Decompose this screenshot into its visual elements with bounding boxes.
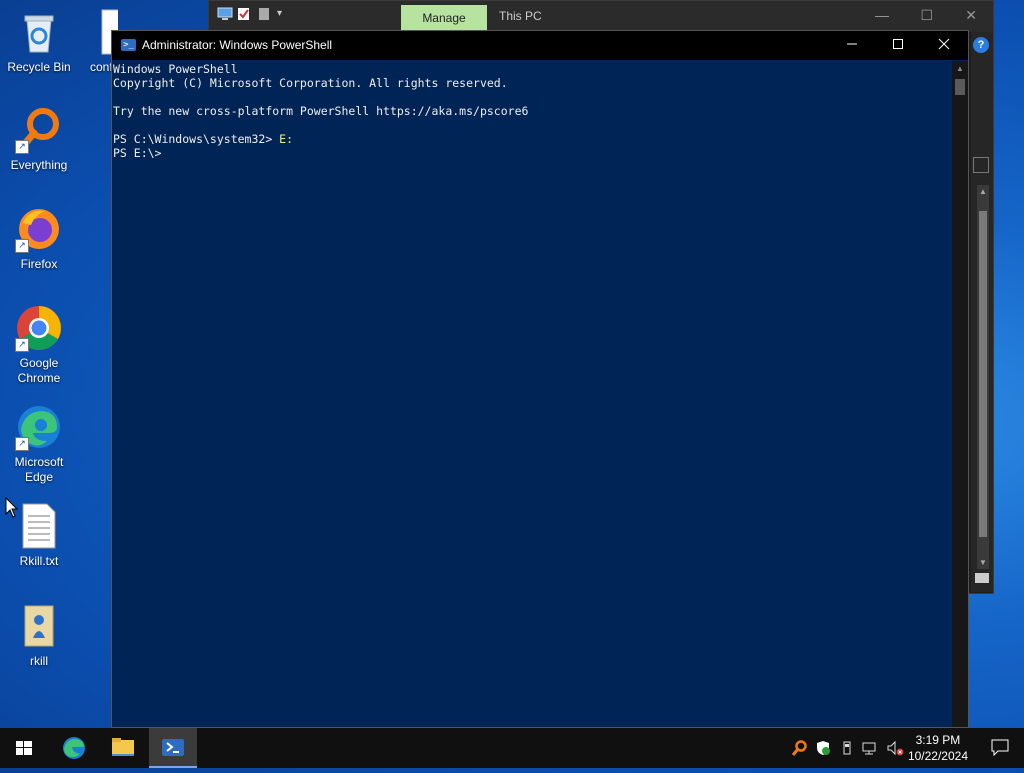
desktop-icons: Recycle Bin conf ↗ Everything ↗ Firefox …	[0, 0, 118, 730]
expand-ribbon-icon[interactable]	[973, 157, 989, 173]
usb-device-icon[interactable]	[839, 740, 855, 756]
console-command: E:	[279, 132, 294, 146]
desktop-icon-label: Firefox	[20, 257, 58, 271]
console-line: ​	[113, 90, 952, 104]
explorer-minimize-button[interactable]: —	[875, 7, 889, 23]
desktop-icon-label: Microsoft Edge	[14, 455, 64, 484]
powershell-scrollbar[interactable]: ▲	[952, 61, 968, 727]
console-line-prompt: PS C:\Windows\system32> E:	[113, 132, 952, 146]
quick-access-toolbar: ▾	[217, 7, 291, 21]
desktop-icon-recycle-bin[interactable]: Recycle Bin	[0, 8, 78, 75]
windows-logo-icon	[16, 741, 32, 755]
scroll-down-icon[interactable]: ▼	[979, 558, 987, 567]
start-button[interactable]	[0, 728, 48, 768]
console-prompt: PS E:\>	[113, 146, 162, 160]
firefox-icon: ↗	[15, 205, 63, 253]
windows-security-icon[interactable]	[815, 740, 831, 756]
desktop-icon-label: Everything	[10, 158, 68, 172]
shortcut-arrow-icon: ↗	[15, 437, 29, 451]
customize-toolbar-chevron-icon[interactable]: ▾	[277, 7, 291, 21]
everything-icon: ↗	[15, 106, 63, 154]
powershell-icon: >_	[121, 39, 136, 51]
console-line: ​	[113, 118, 952, 132]
desktop-icon-rkill[interactable]: rkill	[0, 602, 78, 669]
folder-icon	[112, 738, 134, 756]
powershell-minimize-button[interactable]	[829, 31, 875, 60]
taskbar: 3:19 PM 10/22/2024	[0, 728, 1024, 768]
desktop-icon-label: Rkill.txt	[19, 554, 59, 568]
clock-time: 3:19 PM	[915, 733, 961, 747]
close-icon	[938, 38, 950, 50]
desktop-icon-firefox[interactable]: ↗ Firefox	[0, 205, 78, 272]
this-pc-icon[interactable]	[217, 7, 233, 21]
powershell-window-title: Administrator: Windows PowerShell	[142, 38, 333, 52]
powershell-scrollbar-thumb[interactable]	[955, 79, 965, 95]
edge-icon: ↗	[15, 403, 63, 451]
taskbar-edge-button[interactable]	[50, 728, 98, 768]
explorer-window-title: This PC	[499, 9, 542, 23]
scroll-up-icon[interactable]: ▲	[979, 187, 987, 196]
manage-tab[interactable]: Manage	[401, 5, 487, 32]
powershell-console[interactable]: Windows PowerShell Copyright (C) Microsof…	[113, 61, 952, 727]
recycle-bin-icon	[15, 8, 63, 56]
mouse-cursor-icon	[5, 497, 19, 518]
properties-icon[interactable]	[237, 7, 251, 21]
shortcut-arrow-icon: ↗	[15, 140, 29, 154]
clock[interactable]: 3:19 PM 10/22/2024	[908, 732, 968, 764]
chrome-icon: ↗	[15, 304, 63, 352]
powershell-close-button[interactable]	[921, 31, 967, 60]
desktop-icon-label: rkill	[30, 654, 48, 668]
action-center-button[interactable]	[990, 738, 1010, 757]
taskbar-file-explorer-button[interactable]	[99, 728, 147, 768]
console-line: Try the new cross-platform PowerShell ht…	[113, 104, 529, 118]
minimize-icon	[847, 43, 857, 45]
shortcut-arrow-icon: ↗	[15, 239, 29, 253]
desktop-icon-everything[interactable]: ↗ Everything	[0, 106, 78, 173]
desktop-icon-label: Recycle Bin	[7, 60, 71, 74]
explorer-maximize-button[interactable]: ☐	[920, 7, 933, 24]
desktop-icon-label: Google Chrome	[17, 356, 61, 385]
tray-everything-icon[interactable]	[791, 740, 807, 756]
powershell-window[interactable]: >_ Administrator: Windows PowerShell Win…	[111, 30, 969, 728]
rkill-executable-icon	[15, 602, 63, 650]
explorer-close-button[interactable]: ✕	[965, 7, 977, 24]
volume-muted-icon[interactable]	[886, 740, 904, 756]
network-icon[interactable]	[862, 740, 878, 756]
desktop-icon-google-chrome[interactable]: ↗ Google Chrome	[0, 304, 78, 386]
clock-date: 10/22/2024	[907, 749, 968, 763]
help-icon[interactable]: ?	[973, 37, 989, 53]
powershell-maximize-button[interactable]	[875, 31, 921, 60]
text-file-icon	[15, 502, 63, 550]
new-folder-icon[interactable]	[257, 7, 271, 21]
powershell-icon	[162, 739, 184, 756]
explorer-titlebar[interactable]: ▾ Manage This PC — ☐ ✕	[209, 1, 993, 32]
maximize-icon	[893, 39, 903, 49]
console-line: Copyright (C) Microsoft Corporation. All…	[113, 76, 508, 90]
edge-icon	[63, 737, 85, 759]
console-prompt: PS C:\Windows\system32>	[113, 132, 280, 146]
desktop-icon-microsoft-edge[interactable]: ↗ Microsoft Edge	[0, 403, 78, 485]
shortcut-arrow-icon: ↗	[15, 338, 29, 352]
console-line: Windows PowerShell	[113, 62, 238, 76]
console-line-prompt: PS E:\>	[113, 146, 952, 160]
notification-icon	[991, 739, 1009, 757]
powershell-titlebar[interactable]: >_ Administrator: Windows PowerShell	[112, 31, 968, 60]
taskbar-powershell-button[interactable]	[149, 728, 197, 768]
explorer-scrollbar-thumb[interactable]	[979, 211, 987, 537]
details-view-icon[interactable]	[975, 573, 989, 583]
scroll-up-icon[interactable]: ▲	[952, 61, 968, 77]
explorer-scrollbar[interactable]: ▲ ▼	[977, 185, 989, 569]
